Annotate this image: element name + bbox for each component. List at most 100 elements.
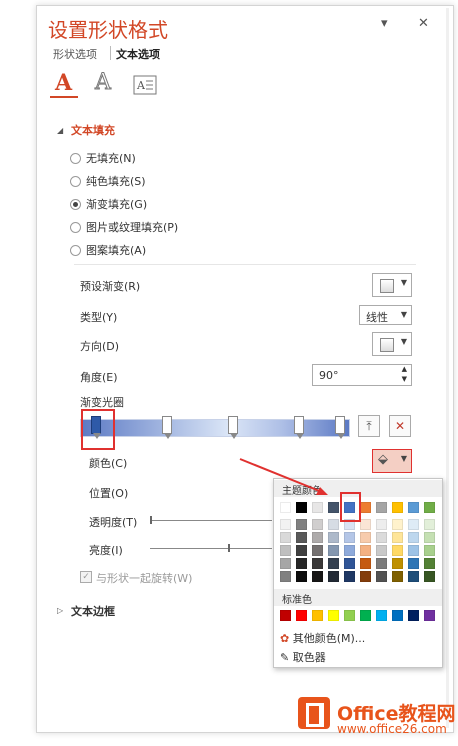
theme-shade-swatch[interactable] bbox=[280, 532, 291, 543]
theme-shade-swatch[interactable] bbox=[408, 519, 419, 530]
theme-shade-swatch[interactable] bbox=[376, 558, 387, 569]
standard-color-swatch[interactable] bbox=[280, 610, 291, 621]
theme-shade-swatch[interactable] bbox=[296, 558, 307, 569]
radio-solid-fill-label[interactable]: 纯色填充(S) bbox=[86, 173, 146, 189]
theme-shade-swatch[interactable] bbox=[312, 519, 323, 530]
theme-shade-swatch[interactable] bbox=[296, 545, 307, 556]
theme-shade-swatch[interactable] bbox=[344, 558, 355, 569]
standard-color-swatch[interactable] bbox=[360, 610, 371, 621]
theme-shade-swatch[interactable] bbox=[296, 571, 307, 582]
text-effects-icon[interactable]: A bbox=[95, 70, 112, 96]
tab-text-options[interactable]: 文本选项 bbox=[116, 46, 160, 62]
theme-shade-swatch[interactable] bbox=[312, 545, 323, 556]
theme-shade-swatch[interactable] bbox=[344, 545, 355, 556]
theme-shade-swatch[interactable] bbox=[328, 519, 339, 530]
text-fill-header[interactable]: 文本填充 bbox=[71, 122, 115, 138]
transparency-slider-thumb[interactable] bbox=[150, 516, 152, 524]
remove-gradient-stop-icon[interactable]: ✕ bbox=[389, 415, 411, 437]
direction-dropdown[interactable]: ▼ bbox=[372, 332, 412, 356]
theme-shade-swatch[interactable] bbox=[424, 545, 435, 556]
radio-picture-fill[interactable] bbox=[70, 222, 81, 233]
theme-shade-swatch[interactable] bbox=[376, 571, 387, 582]
brightness-slider-thumb[interactable] bbox=[228, 544, 230, 552]
type-dropdown[interactable]: 线性 ▼ bbox=[359, 305, 412, 325]
theme-shade-swatch[interactable] bbox=[280, 558, 291, 569]
standard-color-swatch[interactable] bbox=[392, 610, 403, 621]
transparency-slider[interactable] bbox=[150, 520, 272, 521]
theme-shade-swatch[interactable] bbox=[392, 571, 403, 582]
theme-shade-swatch[interactable] bbox=[408, 558, 419, 569]
theme-shade-swatch[interactable] bbox=[360, 532, 371, 543]
close-icon[interactable]: ✕ bbox=[418, 16, 429, 31]
theme-color-swatch[interactable] bbox=[280, 502, 291, 513]
preset-gradient-dropdown[interactable]: ▼ bbox=[372, 273, 412, 297]
collapse-triangle-icon[interactable]: ◢ bbox=[57, 126, 63, 135]
theme-color-swatch[interactable] bbox=[296, 502, 307, 513]
spin-up-icon[interactable]: ▲ bbox=[402, 365, 407, 373]
theme-shade-swatch[interactable] bbox=[280, 519, 291, 530]
theme-shade-swatch[interactable] bbox=[376, 545, 387, 556]
theme-shade-swatch[interactable] bbox=[280, 545, 291, 556]
standard-color-swatch[interactable] bbox=[312, 610, 323, 621]
gradient-stop[interactable] bbox=[294, 416, 304, 439]
theme-shade-swatch[interactable] bbox=[360, 571, 371, 582]
radio-no-fill-label[interactable]: 无填充(N) bbox=[86, 150, 136, 166]
theme-shade-swatch[interactable] bbox=[392, 532, 403, 543]
theme-color-swatch[interactable] bbox=[408, 502, 419, 513]
pane-scrollbar[interactable] bbox=[446, 8, 449, 728]
theme-shade-swatch[interactable] bbox=[328, 571, 339, 582]
theme-shade-swatch[interactable] bbox=[360, 558, 371, 569]
theme-shade-swatch[interactable] bbox=[376, 519, 387, 530]
radio-picture-fill-label[interactable]: 图片或纹理填充(P) bbox=[86, 219, 178, 235]
theme-shade-swatch[interactable] bbox=[360, 545, 371, 556]
more-colors-item[interactable]: ✿ 其他颜色(M)... bbox=[280, 630, 365, 646]
theme-shade-swatch[interactable] bbox=[408, 532, 419, 543]
expand-triangle-icon[interactable]: ▷ bbox=[57, 606, 63, 615]
standard-color-swatch[interactable] bbox=[344, 610, 355, 621]
radio-pattern-fill[interactable] bbox=[70, 245, 81, 256]
theme-shade-swatch[interactable] bbox=[328, 532, 339, 543]
theme-shade-swatch[interactable] bbox=[296, 519, 307, 530]
theme-shade-swatch[interactable] bbox=[424, 571, 435, 582]
eyedropper-item[interactable]: ✎ 取色器 bbox=[280, 649, 326, 665]
tab-shape-options[interactable]: 形状选项 bbox=[53, 46, 97, 62]
theme-shade-swatch[interactable] bbox=[408, 545, 419, 556]
standard-color-swatch[interactable] bbox=[376, 610, 387, 621]
rotate-with-shape-label[interactable]: 与形状一起旋转(W) bbox=[96, 570, 192, 586]
brightness-slider[interactable] bbox=[150, 548, 272, 549]
theme-shade-swatch[interactable] bbox=[392, 545, 403, 556]
gradient-stop[interactable] bbox=[335, 416, 345, 439]
standard-color-swatch[interactable] bbox=[328, 610, 339, 621]
theme-shade-swatch[interactable] bbox=[392, 519, 403, 530]
theme-shade-swatch[interactable] bbox=[312, 558, 323, 569]
gradient-stop[interactable] bbox=[162, 416, 172, 439]
theme-shade-swatch[interactable] bbox=[344, 571, 355, 582]
standard-color-swatch[interactable] bbox=[424, 610, 435, 621]
theme-shade-swatch[interactable] bbox=[376, 532, 387, 543]
theme-shade-swatch[interactable] bbox=[312, 571, 323, 582]
theme-shade-swatch[interactable] bbox=[312, 532, 323, 543]
theme-color-swatch[interactable] bbox=[328, 502, 339, 513]
standard-color-swatch[interactable] bbox=[408, 610, 419, 621]
theme-shade-swatch[interactable] bbox=[392, 558, 403, 569]
theme-color-swatch[interactable] bbox=[392, 502, 403, 513]
theme-shade-swatch[interactable] bbox=[424, 519, 435, 530]
radio-gradient-fill[interactable] bbox=[70, 199, 81, 210]
theme-color-swatch[interactable] bbox=[376, 502, 387, 513]
theme-shade-swatch[interactable] bbox=[424, 532, 435, 543]
standard-color-swatch[interactable] bbox=[296, 610, 307, 621]
add-gradient-stop-icon[interactable]: ⤒ bbox=[358, 415, 380, 437]
theme-shade-swatch[interactable] bbox=[280, 571, 291, 582]
rotate-with-shape-checkbox[interactable]: ✓ bbox=[80, 571, 92, 583]
spin-down-icon[interactable]: ▼ bbox=[402, 375, 407, 383]
theme-shade-swatch[interactable] bbox=[328, 545, 339, 556]
text-fill-outline-icon[interactable]: A bbox=[55, 70, 72, 96]
theme-shade-swatch[interactable] bbox=[424, 558, 435, 569]
theme-color-swatch[interactable] bbox=[360, 502, 371, 513]
gradient-stops-bar[interactable] bbox=[80, 419, 350, 437]
radio-no-fill[interactable] bbox=[70, 153, 81, 164]
theme-shade-swatch[interactable] bbox=[296, 532, 307, 543]
gradient-stop[interactable] bbox=[228, 416, 238, 439]
radio-pattern-fill-label[interactable]: 图案填充(A) bbox=[86, 242, 146, 258]
radio-gradient-fill-label[interactable]: 渐变填充(G) bbox=[86, 196, 147, 212]
